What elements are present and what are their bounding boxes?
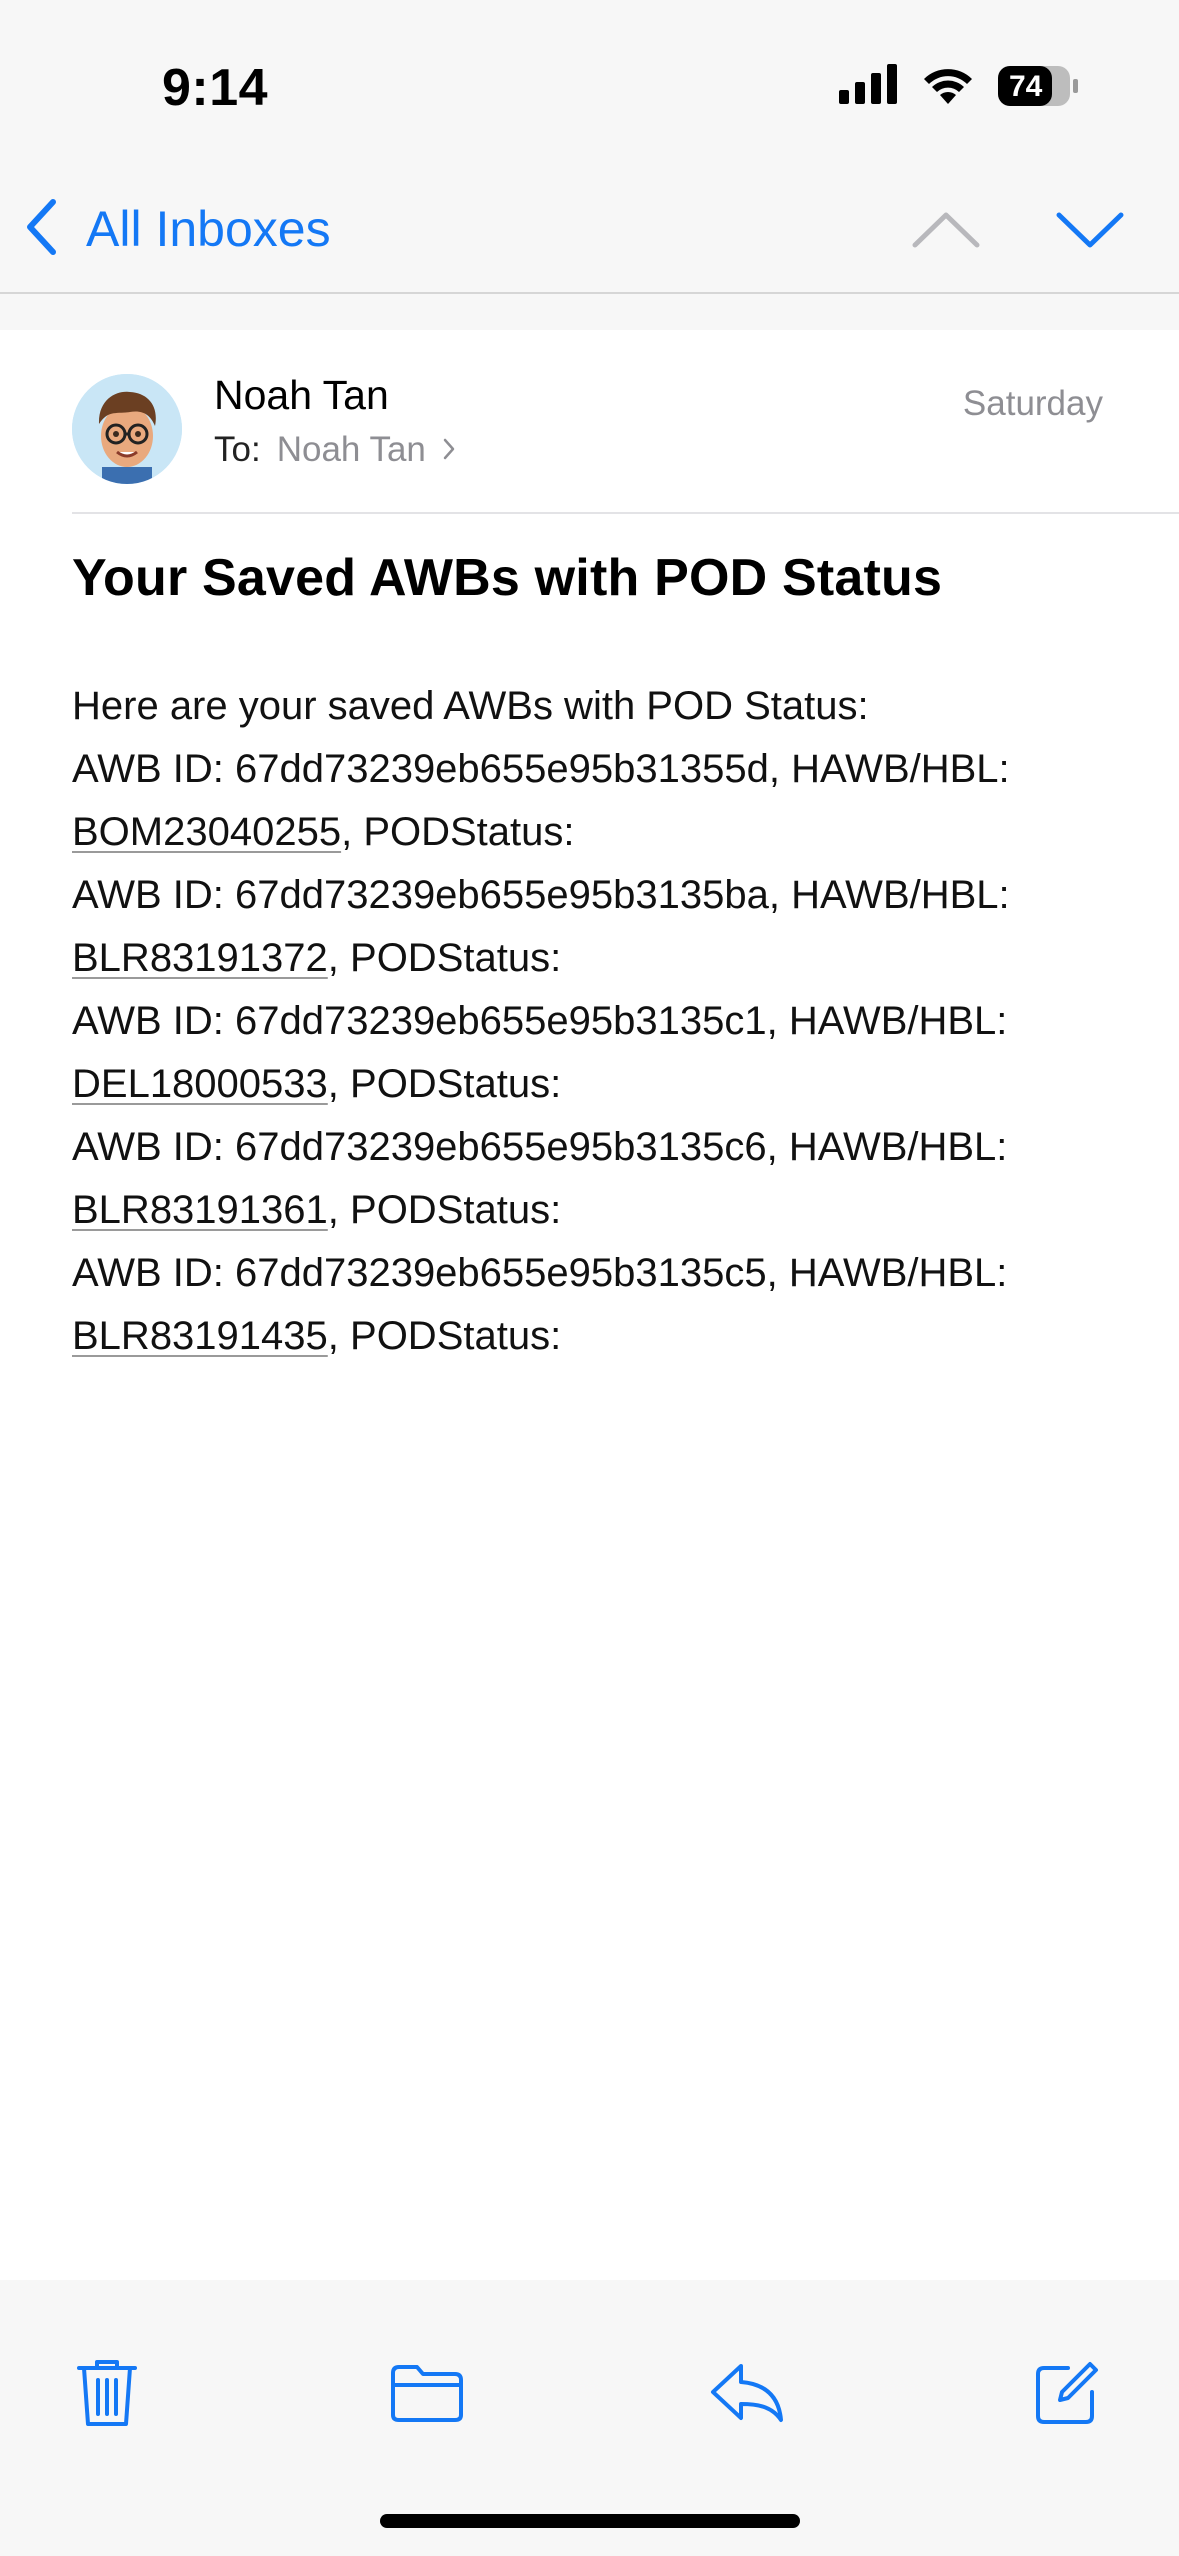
recipient-name: Noah Tan: [276, 430, 426, 469]
compose-button[interactable]: [1022, 2350, 1112, 2440]
hbl-line: DEL18000533, PODStatus:: [72, 1053, 1152, 1116]
message-body: Here are your saved AWBs with POD Status…: [72, 675, 1152, 1368]
folder-icon: [389, 2363, 465, 2428]
back-button[interactable]: All Inboxes: [24, 195, 331, 263]
hbl-line: BOM23040255, PODStatus:: [72, 801, 1152, 864]
pod-status-label: , PODStatus:: [327, 936, 562, 980]
navigation-bar: All Inboxes: [0, 175, 1179, 293]
avatar[interactable]: [72, 374, 182, 484]
hbl-link[interactable]: BLR83191361: [72, 1188, 328, 1232]
hbl-link[interactable]: BLR83191372: [72, 936, 328, 980]
header-divider: [72, 512, 1179, 514]
hbl-link[interactable]: BLR83191435: [72, 1314, 328, 1358]
cellular-signal-icon: [839, 63, 899, 109]
sender-name[interactable]: Noah Tan: [214, 372, 389, 419]
chevron-up-icon: [911, 209, 981, 254]
hbl-line: BLR83191372, PODStatus:: [72, 927, 1152, 990]
message-date: Saturday: [962, 384, 1103, 423]
hbl-line: BLR83191361, PODStatus:: [72, 1179, 1152, 1242]
hbl-link[interactable]: BOM23040255: [72, 810, 341, 854]
chevron-down-icon: [1055, 209, 1125, 254]
home-indicator[interactable]: [380, 2514, 800, 2528]
trash-button[interactable]: [62, 2350, 152, 2440]
move-to-folder-button[interactable]: [382, 2350, 472, 2440]
wifi-icon: [921, 64, 975, 109]
chevron-right-icon: [442, 430, 456, 470]
recipient-row[interactable]: To: Noah Tan: [214, 430, 456, 470]
nav-divider: [0, 292, 1179, 294]
compose-icon: [1032, 2358, 1102, 2433]
previous-message-button[interactable]: [906, 199, 986, 263]
battery-level: 74: [1009, 70, 1043, 103]
chevron-left-icon: [24, 198, 58, 261]
hbl-link[interactable]: DEL18000533: [72, 1062, 328, 1106]
pod-status-label: , PODStatus:: [341, 810, 575, 854]
status-icons: 74: [839, 62, 1079, 110]
message-subject: Your Saved AWBs with POD Status: [72, 549, 943, 607]
body-intro: Here are your saved AWBs with POD Status…: [72, 684, 869, 728]
pod-status-label: , PODStatus:: [327, 1062, 562, 1106]
awb-line: AWB ID: 67dd73239eb655e95b3135ba, HAWB/H…: [72, 873, 1010, 917]
reply-button[interactable]: [702, 2350, 792, 2440]
trash-icon: [75, 2356, 139, 2435]
to-label: To:: [214, 430, 261, 469]
awb-line: AWB ID: 67dd73239eb655e95b31355d, HAWB/H…: [72, 747, 1010, 791]
status-time: 9:14: [162, 59, 269, 117]
awb-line: AWB ID: 67dd73239eb655e95b3135c1, HAWB/H…: [72, 999, 1008, 1043]
status-bar: 9:14 74: [0, 0, 1179, 175]
memoji-avatar-icon: [72, 374, 182, 484]
awb-line: AWB ID: 67dd73239eb655e95b3135c5, HAWB/H…: [72, 1251, 1008, 1295]
next-message-button[interactable]: [1050, 199, 1130, 263]
awb-line: AWB ID: 67dd73239eb655e95b3135c6, HAWB/H…: [72, 1125, 1008, 1169]
pod-status-label: , PODStatus:: [327, 1188, 562, 1232]
battery-icon: 74: [997, 65, 1079, 107]
pod-status-label: , PODStatus:: [327, 1314, 562, 1358]
hbl-line: BLR83191435, PODStatus:: [72, 1305, 1152, 1368]
reply-icon: [709, 2362, 785, 2429]
back-button-label: All Inboxes: [86, 201, 331, 257]
message-view: Noah Tan To: Noah Tan Saturday Your Save…: [0, 330, 1179, 2280]
